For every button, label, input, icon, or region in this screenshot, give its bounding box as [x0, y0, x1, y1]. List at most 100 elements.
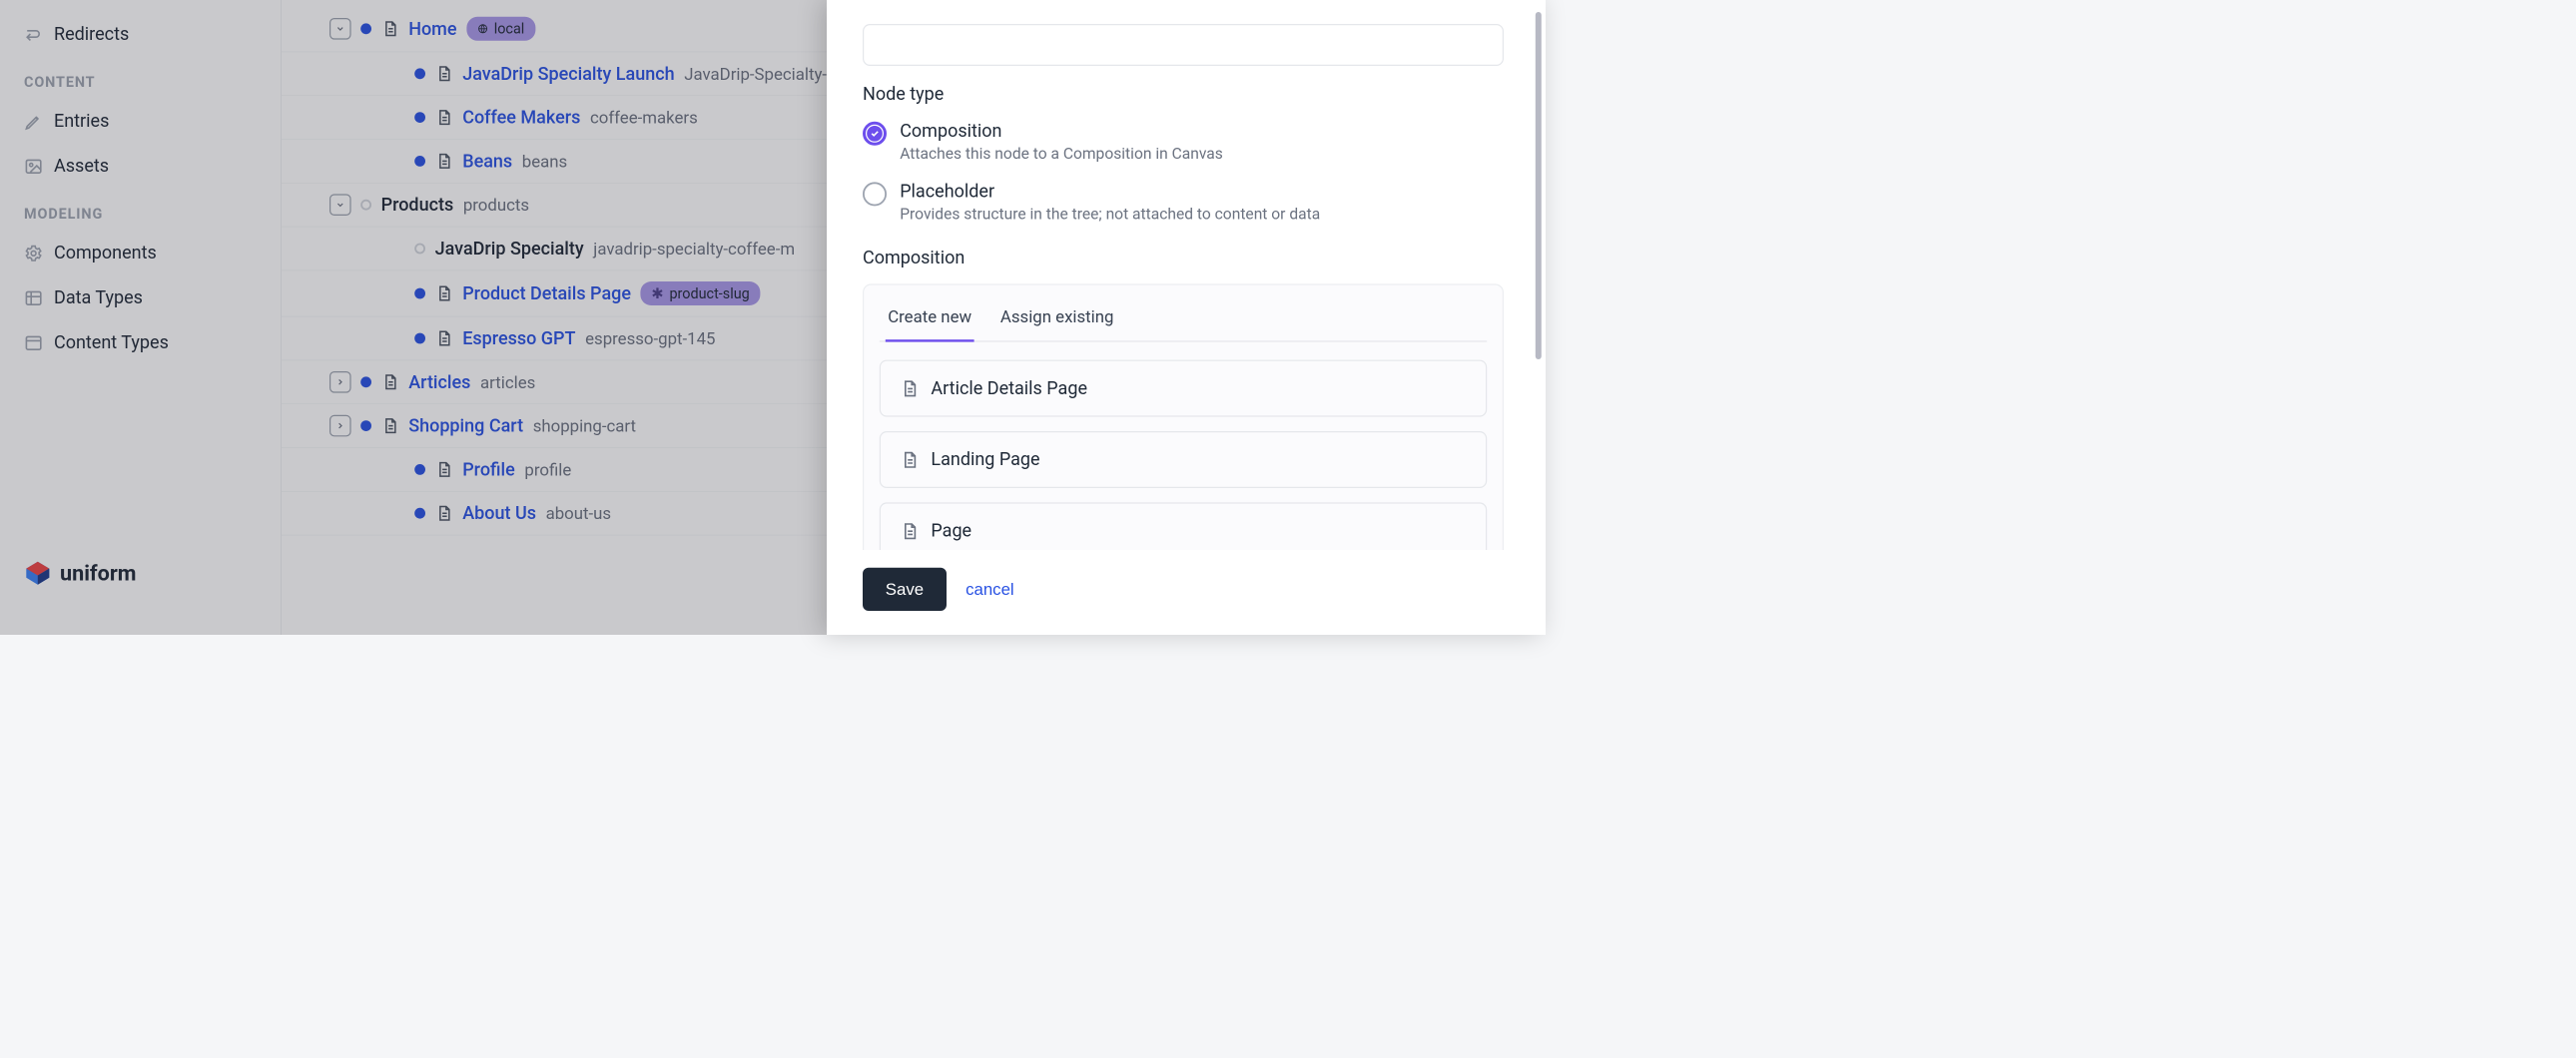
page-icon — [381, 417, 399, 435]
gear-icon — [24, 244, 43, 263]
status-dot — [414, 244, 425, 255]
tree-node-label: Home — [408, 18, 456, 39]
sidebar-label: Data Types — [54, 287, 143, 308]
page-icon — [435, 152, 453, 170]
radio-title: Composition — [900, 121, 1223, 142]
page-icon — [381, 373, 399, 391]
page-icon — [435, 504, 453, 522]
pencil-icon — [24, 112, 43, 131]
node-editor-panel: Node type Composition Attaches this node… — [827, 0, 1546, 635]
page-icon — [900, 521, 919, 540]
chevron-down-icon[interactable] — [329, 194, 351, 216]
status-dot — [414, 156, 425, 167]
tree-node-slug: beans — [522, 152, 567, 172]
sidebar: Redirects CONTENT Entries Assets MODELIN… — [0, 0, 282, 635]
sidebar-item-components[interactable]: Components — [0, 231, 281, 275]
composition-tabs: Create new Assign existing — [880, 293, 1487, 342]
tree-node-label: Profile — [462, 459, 515, 480]
tab-create-new[interactable]: Create new — [886, 293, 974, 342]
status-dot — [360, 200, 371, 211]
tab-assign-existing[interactable]: Assign existing — [998, 293, 1116, 342]
list-icon — [24, 288, 43, 307]
tree-node-label: Espresso GPT — [462, 328, 575, 349]
chevron-right-icon[interactable] — [329, 415, 351, 437]
brand-name: uniform — [60, 561, 136, 586]
status-dot — [414, 112, 425, 123]
panel-footer: Save cancel — [863, 550, 1516, 611]
page-icon — [435, 284, 453, 302]
brand-footer: uniform — [0, 541, 281, 623]
page-icon — [900, 450, 919, 469]
status-dot — [360, 420, 371, 431]
locale-pill: local — [466, 17, 535, 41]
node-type-radio-group: Composition Attaches this node to a Comp… — [863, 121, 1504, 224]
sidebar-item-entries[interactable]: Entries — [0, 99, 281, 144]
status-dot — [414, 508, 425, 519]
tree-node-label: About Us — [462, 503, 536, 524]
tree-node-slug: products — [463, 195, 529, 215]
check-icon — [867, 126, 883, 142]
composition-type-option[interactable]: Page — [880, 502, 1487, 549]
tree-node-slug: profile — [524, 460, 571, 480]
sidebar-item-data-types[interactable]: Data Types — [0, 275, 281, 320]
tree-node-label: JavaDrip Specialty — [435, 239, 584, 260]
composition-type-list: Article Details Page Landing Page Page — [880, 360, 1487, 550]
node-type-label: Node type — [863, 84, 1504, 105]
page-icon — [900, 379, 919, 398]
save-button[interactable]: Save — [863, 568, 947, 611]
page-icon — [435, 460, 453, 478]
tree-node-slug: espresso-gpt-145 — [585, 328, 715, 348]
page-icon — [381, 20, 399, 38]
chevron-down-icon[interactable] — [329, 18, 351, 40]
sidebar-label: Assets — [54, 156, 109, 177]
sidebar-item-redirects[interactable]: Redirects — [0, 12, 281, 57]
sidebar-section-modeling: MODELING — [0, 189, 281, 231]
tree-node-label: Products — [381, 195, 454, 216]
sidebar-item-assets[interactable]: Assets — [0, 144, 281, 189]
redirect-icon — [24, 25, 43, 44]
radio-indicator — [863, 182, 887, 206]
composition-section-label: Composition — [863, 248, 1504, 268]
radio-placeholder[interactable]: Placeholder Provides structure in the tr… — [863, 181, 1504, 224]
sidebar-label: Redirects — [54, 24, 129, 45]
status-dot — [360, 23, 371, 34]
tree-node-label: Product Details Page — [462, 283, 631, 304]
sidebar-item-content-types[interactable]: Content Types — [0, 320, 281, 365]
composition-type-option[interactable]: Article Details Page — [880, 360, 1487, 417]
composition-type-option[interactable]: Landing Page — [880, 431, 1487, 488]
option-label: Article Details Page — [931, 378, 1087, 399]
tree-node-slug: javadrip-specialty-coffee-m — [593, 239, 795, 259]
page-icon — [435, 65, 453, 83]
sidebar-label: Components — [54, 243, 157, 264]
chevron-right-icon[interactable] — [329, 371, 351, 393]
cancel-button[interactable]: cancel — [966, 580, 1014, 599]
tree-node-slug: JavaDrip-Specialty- — [684, 64, 827, 84]
radio-composition[interactable]: Composition Attaches this node to a Comp… — [863, 121, 1504, 164]
tree-node-label: Beans — [462, 151, 512, 172]
option-label: Landing Page — [931, 449, 1039, 470]
tree-node-label: Shopping Cart — [408, 415, 523, 436]
uniform-logo-icon — [24, 559, 52, 587]
tree-node-slug: articles — [480, 372, 535, 392]
scrollbar-thumb[interactable] — [1536, 12, 1542, 359]
status-dot — [414, 288, 425, 299]
status-dot — [414, 68, 425, 79]
option-label: Page — [931, 520, 971, 541]
sidebar-label: Content Types — [54, 332, 169, 353]
sidebar-label: Entries — [54, 111, 109, 132]
tree-node-slug: coffee-makers — [590, 108, 698, 128]
status-dot — [414, 333, 425, 344]
dynamic-slug-pill: ✱product-slug — [641, 281, 761, 305]
radio-title: Placeholder — [900, 181, 1320, 202]
layout-icon — [24, 333, 43, 352]
status-dot — [414, 464, 425, 475]
radio-desc: Provides structure in the tree; not atta… — [900, 206, 1320, 224]
status-dot — [360, 376, 371, 387]
name-input[interactable] — [863, 24, 1504, 66]
tree-node-label: Articles — [408, 371, 470, 392]
tree-node-slug: shopping-cart — [533, 416, 636, 436]
tree-node-slug: about-us — [546, 503, 611, 523]
page-icon — [435, 109, 453, 127]
tree-node-label: Coffee Makers — [462, 107, 580, 128]
tree-node-label: JavaDrip Specialty Launch — [462, 63, 674, 84]
